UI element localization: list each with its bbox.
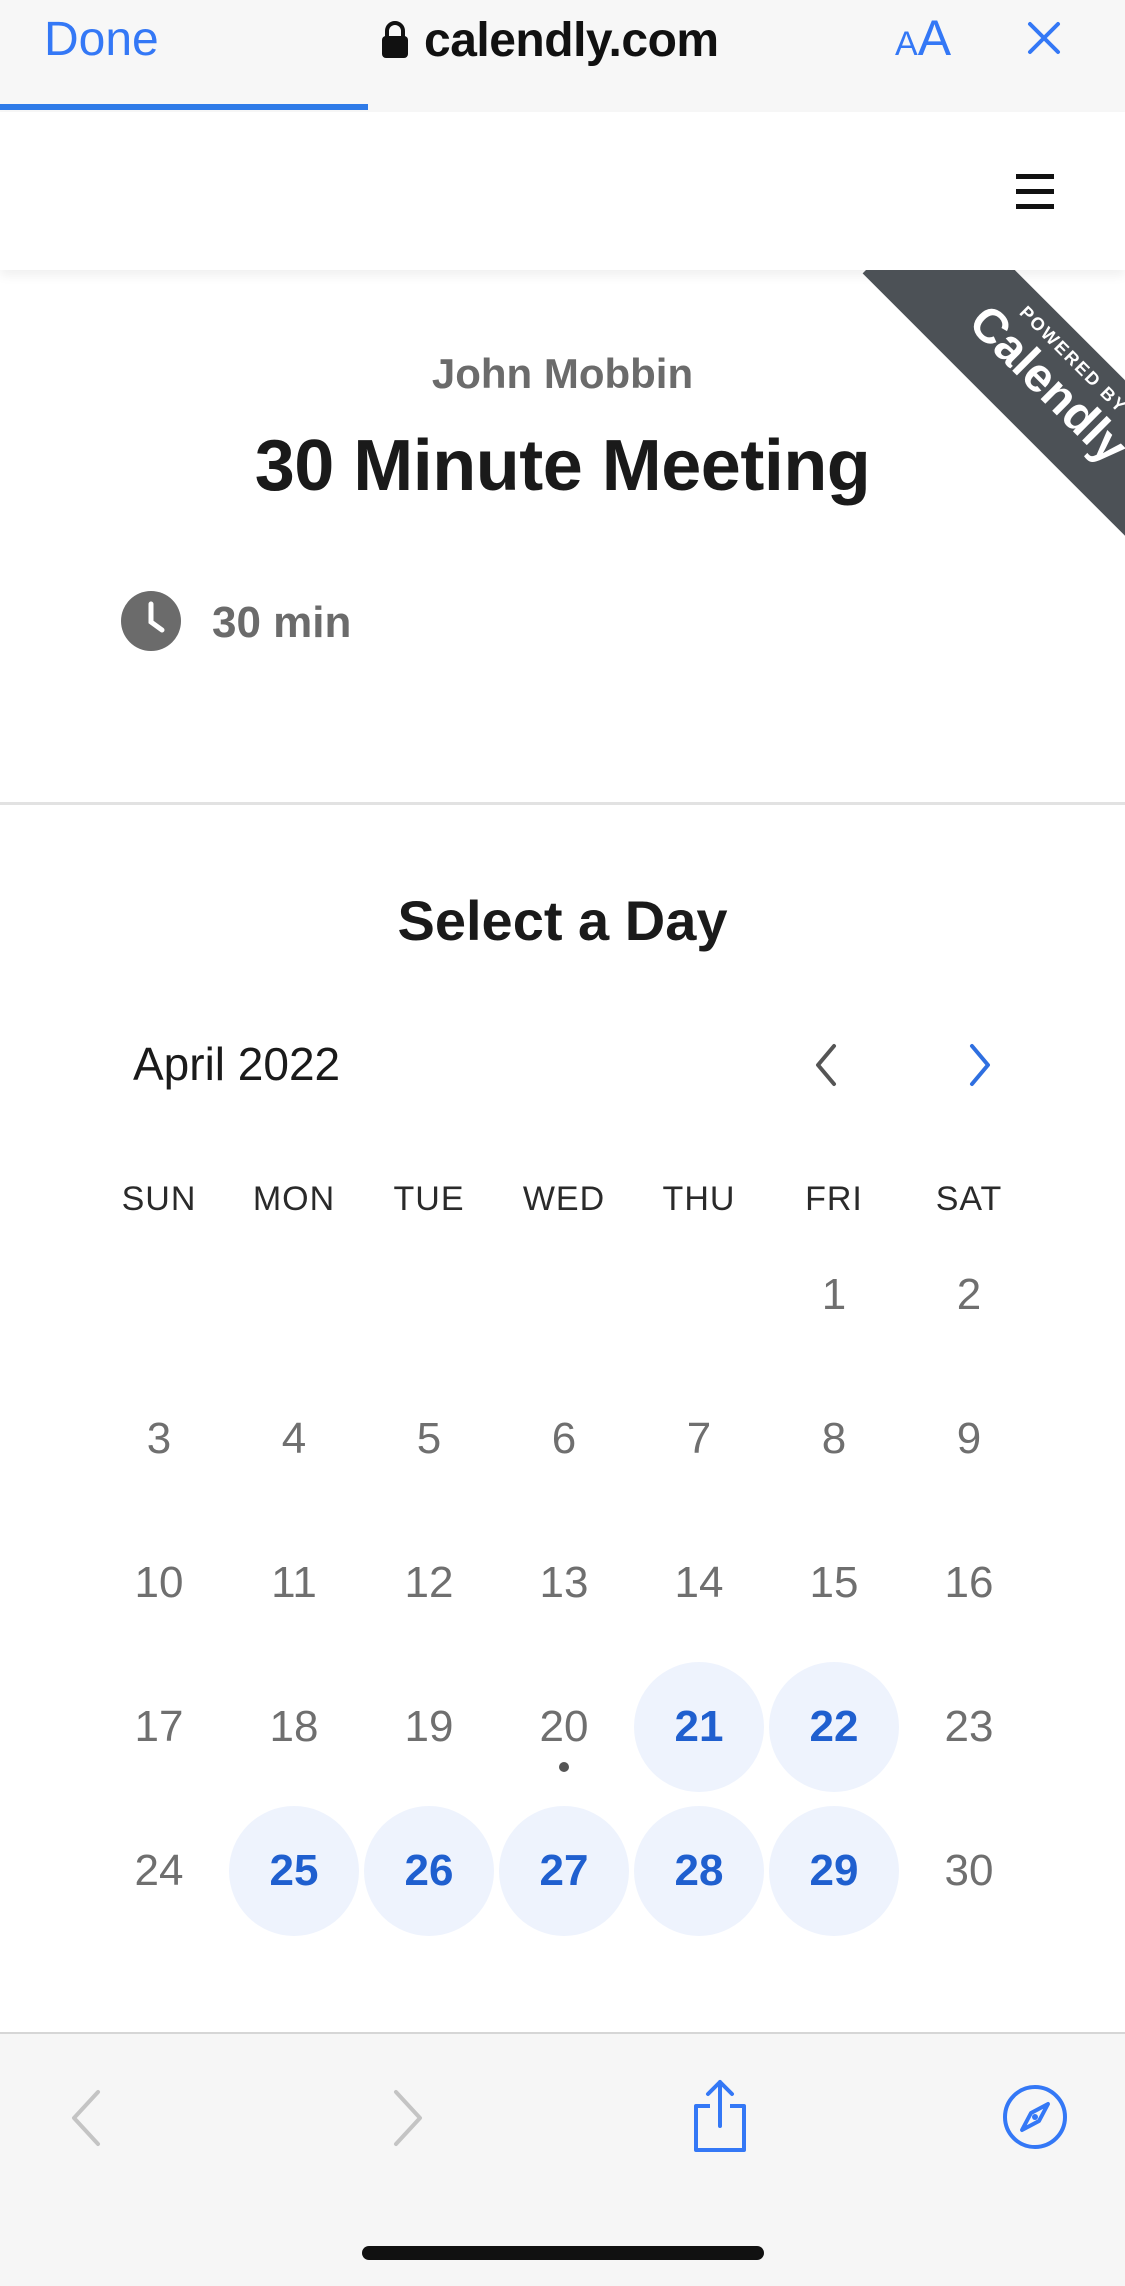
calendar-day-number: 29	[809, 1846, 859, 1895]
weekday-label-fri: FRI	[805, 1180, 863, 1218]
compass-icon[interactable]	[1002, 2084, 1068, 2155]
calendar-day-number: 28	[674, 1846, 724, 1895]
calendar-day-number: 22	[809, 1702, 859, 1751]
page-load-progress-bar	[0, 104, 368, 110]
share-icon[interactable]	[688, 2078, 752, 2159]
event-duration: 30 min	[212, 598, 352, 647]
calendar-day: 1	[767, 1228, 901, 1362]
calendar-day-number: 26	[404, 1846, 454, 1895]
calendar-day-number: 24	[134, 1846, 184, 1895]
close-icon[interactable]	[1022, 16, 1066, 65]
home-indicator	[362, 2246, 764, 2260]
calendar-day-number: 20	[539, 1702, 589, 1751]
calendar-day: 15	[767, 1516, 901, 1650]
calendar-day: 5	[362, 1372, 496, 1506]
calendar-day: 8	[767, 1372, 901, 1506]
calendar-day-available[interactable]: 25	[227, 1804, 361, 1938]
calendar-day-number: 17	[134, 1702, 184, 1751]
calendar-day-number: 2	[956, 1270, 982, 1319]
calendar-day-number: 11	[271, 1558, 317, 1607]
hamburger-menu-icon[interactable]	[1016, 174, 1054, 215]
forward-arrow-icon[interactable]	[388, 2088, 428, 2153]
powered-by-ribbon[interactable]: POWERED BY Calendly	[820, 270, 1125, 575]
ribbon-brand: Calendly	[958, 295, 1125, 475]
calendar-day-number: 6	[551, 1414, 577, 1463]
calendar-day-number: 14	[674, 1558, 724, 1607]
done-button[interactable]: Done	[44, 10, 159, 70]
calendar-day: 7	[632, 1372, 766, 1506]
weekday-label-sun: SUN	[121, 1180, 197, 1218]
calendar-day-available[interactable]: 21	[632, 1660, 766, 1794]
weekday-label-wed: WED	[522, 1180, 606, 1218]
page-header	[0, 112, 1125, 270]
calendar-month: April 2022	[133, 1038, 341, 1090]
calendar-day-number: 4	[281, 1414, 307, 1463]
weekday-label-thu: THU	[662, 1180, 736, 1218]
calendar-day: 6	[497, 1372, 631, 1506]
calendar-day: 12	[362, 1516, 496, 1650]
calendar-day: 13	[497, 1516, 631, 1650]
clock-icon	[120, 590, 182, 657]
calendar-day: 19	[362, 1660, 496, 1794]
calendar-day-number: 7	[686, 1414, 712, 1463]
calendar-day-available[interactable]: 22	[767, 1660, 901, 1794]
calendar-day: 9	[902, 1372, 1036, 1506]
calendar-day-available[interactable]: 26	[362, 1804, 496, 1938]
calendar-day-number: 19	[404, 1702, 454, 1751]
chevron-right-icon[interactable]	[962, 1040, 998, 1095]
chevron-left-icon[interactable]	[808, 1040, 844, 1095]
calendar-day-number: 8	[821, 1414, 847, 1463]
back-arrow-icon[interactable]	[66, 2088, 106, 2153]
calendar-day-number: 16	[944, 1558, 994, 1607]
weekday-label-mon: MON	[252, 1180, 336, 1218]
calendar-day-number: 18	[269, 1702, 319, 1751]
calendar-day: 10	[92, 1516, 226, 1650]
calendar-day: 23	[902, 1660, 1036, 1794]
weekday-label-tue: TUE	[393, 1180, 465, 1218]
event-title: 30 Minute Meeting	[254, 426, 871, 506]
calendar-day-number: 13	[539, 1558, 589, 1607]
calendar-day-number: 9	[956, 1414, 982, 1463]
calendar-day-number: 5	[416, 1414, 442, 1463]
calendar-day-number: 27	[539, 1846, 589, 1895]
calendar-day-number: 30	[944, 1846, 994, 1895]
address-bar[interactable]: calendly.com	[380, 8, 719, 72]
calendar-day-available[interactable]: 27	[497, 1804, 631, 1938]
text-size-small-label: A	[895, 25, 918, 63]
calendar-day-number: 25	[269, 1846, 319, 1895]
calendar-day: 30	[902, 1804, 1036, 1938]
calendar-day: 16	[902, 1516, 1036, 1650]
calendar-day: 4	[227, 1372, 361, 1506]
url-text: calendly.com	[424, 13, 719, 67]
lock-icon	[380, 20, 410, 60]
today-indicator-dot	[559, 1762, 569, 1772]
calendar-day: 2	[902, 1228, 1036, 1362]
calendar-day: 18	[227, 1660, 361, 1794]
calendar-day: 24	[92, 1804, 226, 1938]
calendar-day: 11	[227, 1516, 361, 1650]
calendar-day: 20	[497, 1660, 631, 1794]
calendar-day-number: 10	[134, 1558, 184, 1607]
text-size-button[interactable]: AA	[895, 8, 951, 81]
text-size-large-label: A	[917, 10, 952, 66]
calendar-day: 3	[92, 1372, 226, 1506]
calendar-day: 14	[632, 1516, 766, 1650]
section-divider	[0, 802, 1125, 805]
host-name: John Mobbin	[431, 350, 694, 397]
calendar-day-number: 23	[944, 1702, 994, 1751]
calendar-day-available[interactable]: 29	[767, 1804, 901, 1938]
calendar-day-number: 15	[809, 1558, 859, 1607]
calendar-day-number: 21	[674, 1702, 724, 1751]
calendar-heading: Select a Day	[397, 889, 728, 952]
calendar-day-number: 3	[146, 1414, 172, 1463]
calendar-day: 17	[92, 1660, 226, 1794]
calendar-day-available[interactable]: 28	[632, 1804, 766, 1938]
calendar-day-number: 12	[404, 1558, 454, 1607]
calendar-day-number: 1	[821, 1270, 847, 1319]
weekday-label-sat: SAT	[935, 1180, 1003, 1218]
